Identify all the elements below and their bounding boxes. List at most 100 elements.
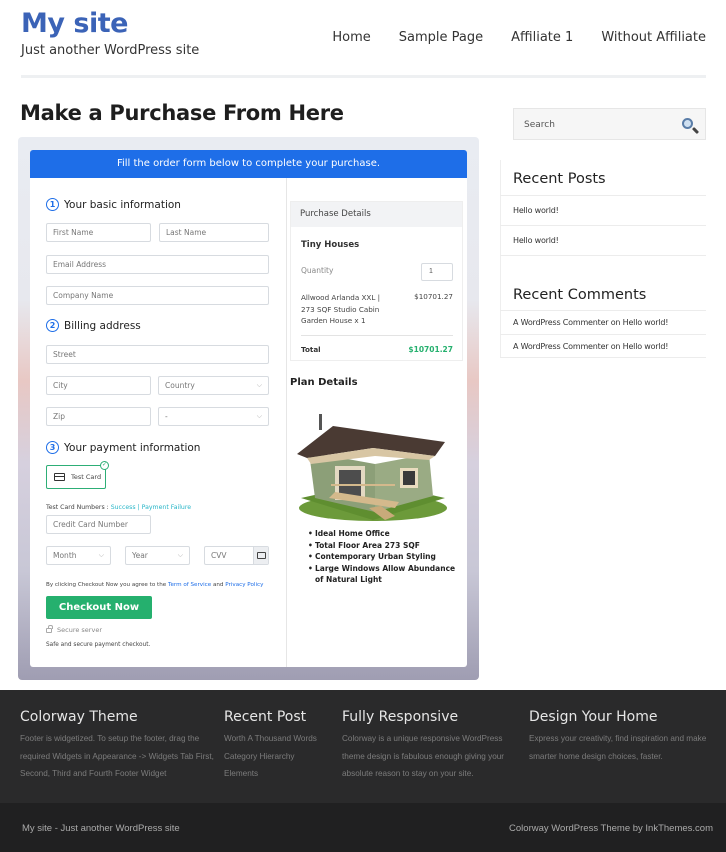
footer-col-text: Colorway is a unique responsive WordPres… xyxy=(342,734,505,778)
year-select[interactable]: Year ⌵ xyxy=(125,546,190,565)
step-number-2: 2 xyxy=(46,319,59,332)
card-icon xyxy=(253,547,268,564)
nav-sample-page[interactable]: Sample Page xyxy=(399,30,483,45)
search-icon[interactable] xyxy=(682,118,693,129)
recent-posts-title: Recent Posts xyxy=(513,171,606,187)
recent-comment-link[interactable]: A WordPress Commenter on Hello world! xyxy=(513,318,668,327)
country-select[interactable]: Country ⌵ xyxy=(158,376,269,395)
secure-server: Secure server xyxy=(46,625,102,634)
product-name: Tiny Houses xyxy=(301,240,360,250)
plan-details-title: Plan Details xyxy=(290,377,358,388)
footer-col-colorway: Colorway Theme Footer is widgetized. To … xyxy=(20,709,215,783)
nav-without-affiliate[interactable]: Without Affiliate xyxy=(601,30,706,45)
terms-agreement: By clicking Checkout Now you agree to th… xyxy=(46,582,263,588)
nav-home[interactable]: Home xyxy=(332,30,370,45)
payment-method-test-card[interactable]: Test Card ✓ xyxy=(46,461,109,489)
site-title[interactable]: My site xyxy=(21,8,128,39)
recent-post-link[interactable]: Hello world! xyxy=(513,206,559,215)
footer-col-title: Recent Post xyxy=(224,709,307,725)
step-payment-info: 3 Your payment information xyxy=(46,441,200,454)
year-select-value: Year xyxy=(132,551,148,560)
item-price: $10701.27 xyxy=(414,292,453,301)
search-input[interactable]: Search xyxy=(513,108,706,140)
test-card-numbers-label: Test Card Numbers : xyxy=(46,504,111,511)
step-number-1: 1 xyxy=(46,198,59,211)
lock-icon xyxy=(46,625,53,633)
column-divider xyxy=(286,178,287,667)
agree-and: and xyxy=(211,582,226,588)
divider xyxy=(301,335,453,336)
recent-comment-link[interactable]: A WordPress Commenter on Hello world! xyxy=(513,342,668,351)
checkout-now-button[interactable]: Checkout Now xyxy=(46,596,152,619)
quantity-input[interactable]: 1 xyxy=(421,263,453,281)
quantity-label: Quantity xyxy=(301,266,334,275)
state-select[interactable]: - ⌵ xyxy=(158,407,269,426)
sidebar-border xyxy=(500,160,501,358)
success-link[interactable]: Success xyxy=(111,504,136,511)
feature-item: Ideal Home Office xyxy=(308,528,458,540)
form-banner: Fill the order form below to complete yo… xyxy=(30,150,467,178)
country-select-value: Country xyxy=(165,381,195,390)
footer-col-responsive: Fully Responsive Colorway is a unique re… xyxy=(342,709,517,783)
recent-comments-title: Recent Comments xyxy=(513,287,647,303)
footer-post-link[interactable]: Elements xyxy=(224,769,258,778)
footer-col-title: Fully Responsive xyxy=(342,709,459,725)
order-form-container: Fill the order form below to complete yo… xyxy=(18,137,479,680)
step-number-3: 3 xyxy=(46,441,59,454)
test-card-numbers: Test Card Numbers : Success | Payment Fa… xyxy=(46,504,191,511)
month-select[interactable]: Month ⌵ xyxy=(46,546,111,565)
footer-theme-credit[interactable]: Colorway WordPress Theme by InkThemes.co… xyxy=(509,823,713,834)
credit-card-icon xyxy=(54,473,65,481)
house-image xyxy=(297,414,447,521)
footer-post-link[interactable]: Worth A Thousand Words xyxy=(224,734,317,743)
footer-col-title: Colorway Theme xyxy=(20,709,138,725)
last-name-input[interactable]: Last Name xyxy=(159,223,269,242)
plan-features: Ideal Home Office Total Floor Area 273 S… xyxy=(308,528,458,586)
search-placeholder: Search xyxy=(524,120,555,130)
terms-link[interactable]: Term of Service xyxy=(168,582,211,588)
feature-item: Total Floor Area 273 SQF xyxy=(308,540,458,552)
footer-post-link[interactable]: Category Hierarchy xyxy=(224,752,295,761)
nav-affiliate-1[interactable]: Affiliate 1 xyxy=(511,30,573,45)
footer-site-link[interactable]: My site - Just another WordPress site xyxy=(22,823,180,834)
month-select-value: Month xyxy=(53,551,77,560)
site-tagline: Just another WordPress site xyxy=(21,43,200,58)
step-title: Billing address xyxy=(64,319,141,332)
safe-checkout-text: Safe and secure payment checkout. xyxy=(46,642,151,648)
feature-item: Contemporary Urban Styling xyxy=(308,551,458,563)
footer-bottom-bar: My site - Just another WordPress site Co… xyxy=(0,803,726,852)
footer-col-recent-post: Recent Post Worth A Thousand Words Categ… xyxy=(224,709,334,783)
divider xyxy=(500,310,706,311)
secure-server-label: Secure server xyxy=(57,626,102,634)
company-input[interactable]: Company Name xyxy=(46,286,269,305)
item-name: Allwood Arlanda XXL | 273 SQF Studio Cab… xyxy=(301,293,381,325)
street-input[interactable]: Street xyxy=(46,345,269,364)
city-input[interactable]: City xyxy=(46,376,151,395)
card-number-input[interactable]: Credit Card Number xyxy=(46,515,151,534)
header-divider xyxy=(21,75,706,78)
checkmark-icon: ✓ xyxy=(100,461,109,470)
footer-col-text: Express your creativity, find inspiratio… xyxy=(529,734,707,761)
chevron-down-icon: ⌵ xyxy=(256,381,262,389)
step-title: Your payment information xyxy=(64,441,201,454)
total-amount: $10701.27 xyxy=(408,345,453,354)
chevron-down-icon: ⌵ xyxy=(98,551,104,559)
chevron-down-icon: ⌵ xyxy=(177,551,183,559)
agree-text: By clicking Checkout Now you agree to th… xyxy=(46,582,168,588)
cvv-input[interactable]: CVV xyxy=(204,546,269,565)
first-name-input[interactable]: First Name xyxy=(46,223,151,242)
purchase-details-heading: Purchase Details xyxy=(291,202,462,227)
email-input[interactable]: Email Address xyxy=(46,255,269,274)
main-nav: Home Sample Page Affiliate 1 Without Aff… xyxy=(304,30,706,45)
step-title: Your basic information xyxy=(64,198,181,211)
zip-input[interactable]: Zip xyxy=(46,407,151,426)
state-select-value: - xyxy=(165,412,168,421)
order-form: Fill the order form below to complete yo… xyxy=(30,150,467,667)
privacy-link[interactable]: Privacy Policy xyxy=(225,582,263,588)
total-label: Total xyxy=(301,345,321,354)
recent-post-link[interactable]: Hello world! xyxy=(513,236,559,245)
divider xyxy=(500,255,706,256)
payment-failure-link[interactable]: Payment Failure xyxy=(142,504,191,511)
step-billing-address: 2 Billing address xyxy=(46,319,141,332)
divider xyxy=(500,357,706,358)
